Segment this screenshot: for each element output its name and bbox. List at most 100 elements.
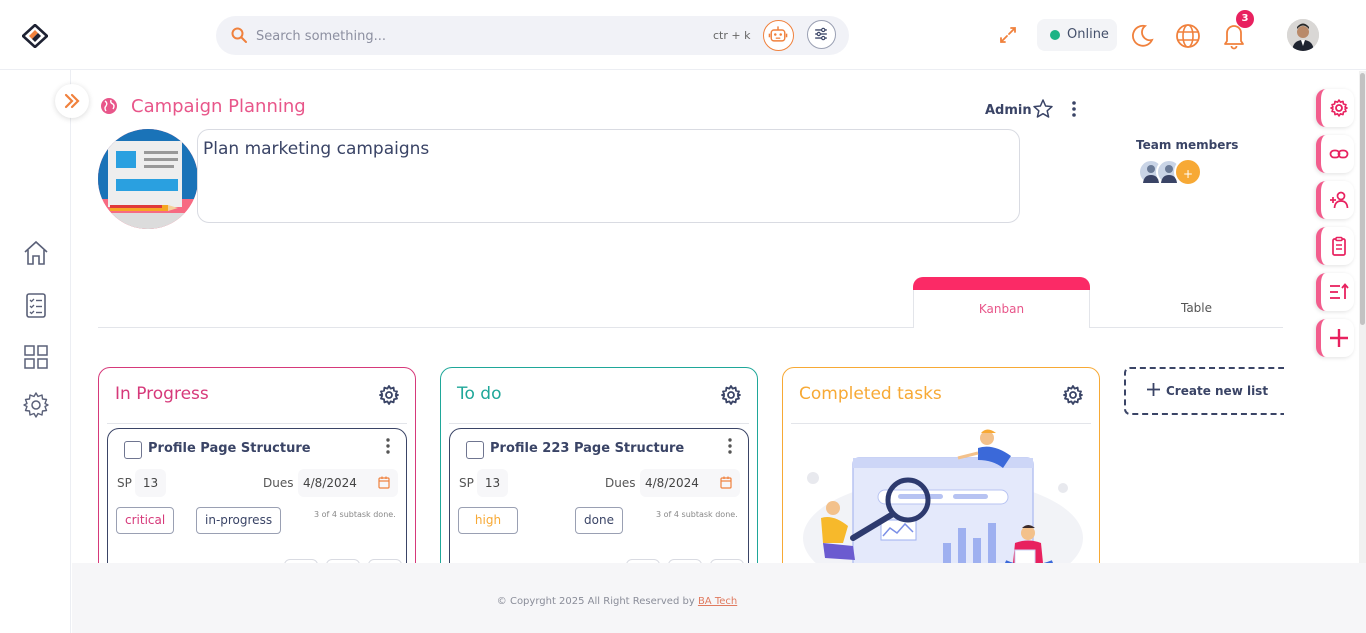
list-title: To do	[457, 384, 502, 404]
notifications-button[interactable]: 3	[1220, 10, 1254, 50]
kanban-list-to-do: To do Profile 223 Page Structure SP 13 D…	[440, 367, 758, 563]
tab-kanban-label: Kanban	[978, 302, 1025, 316]
left-sidebar	[0, 70, 71, 633]
priority-tag[interactable]: high	[458, 507, 518, 534]
story-points-label: SP	[117, 476, 132, 490]
copyright-text: © Copyrght 2025 All Right Reserved by BA…	[72, 596, 1162, 607]
status-tag[interactable]: in-progress	[196, 507, 282, 534]
plus-icon	[1330, 329, 1348, 347]
task-card[interactable]: Profile 223 Page Structure SP 13 Dues 4/…	[449, 428, 749, 563]
home-icon[interactable]	[22, 239, 50, 267]
sort-button[interactable]	[1316, 273, 1354, 311]
tab-kanban[interactable]: Kanban	[913, 277, 1090, 328]
create-new-list-button[interactable]: Create new list	[1124, 367, 1284, 415]
plus-icon	[1147, 383, 1160, 396]
task-checkbox[interactable]	[124, 441, 142, 459]
due-date-field[interactable]: 4/8/2024	[640, 469, 740, 497]
project-globe-icon	[101, 98, 117, 114]
link-icon	[1329, 149, 1349, 159]
kanban-list-completed: Completed tasks	[782, 367, 1100, 563]
team-avatars[interactable]: +	[1138, 158, 1208, 186]
settings-gear-icon[interactable]	[22, 391, 50, 419]
tab-table[interactable]: Table	[1090, 277, 1303, 328]
subtask-progress: 3 of 4 subtask done.	[314, 510, 396, 519]
project-settings-button[interactable]	[1316, 89, 1354, 127]
calendar-icon[interactable]	[720, 476, 732, 489]
role-label: Admin	[985, 103, 1032, 118]
search-input[interactable]	[256, 25, 696, 47]
task-menu-icon[interactable]	[726, 437, 734, 455]
task-card[interactable]: Profile Page Structure SP 13 Dues 4/8/20…	[107, 428, 407, 563]
story-points-label: SP	[459, 476, 474, 490]
add-item-button[interactable]	[1316, 319, 1354, 357]
list-settings-icon[interactable]	[720, 384, 742, 406]
chevrons-right-icon	[64, 93, 80, 109]
copyright-label: © Copyrght 2025 All Right Reserved by	[496, 596, 698, 607]
kanban-list-in-progress: In Progress Profile Page Structure SP 13…	[98, 367, 416, 563]
add-team-member-button[interactable]: +	[1174, 158, 1202, 186]
fullscreen-icon[interactable]	[998, 25, 1018, 45]
project-menu-icon[interactable]	[1067, 99, 1081, 119]
user-photo-icon	[1287, 19, 1319, 51]
share-link-button[interactable]	[1316, 135, 1354, 173]
clipboard-icon	[1332, 236, 1346, 256]
app-logo[interactable]	[22, 24, 48, 48]
list-divider	[791, 423, 1091, 424]
search-icon	[231, 27, 247, 43]
priority-tag[interactable]: critical	[116, 507, 175, 534]
due-date-value: 4/8/2024	[303, 476, 357, 490]
project-description-text: Plan marketing campaigns	[203, 139, 430, 159]
scrollbar-thumb[interactable]	[1360, 73, 1365, 325]
subtask-progress: 3 of 4 subtask done.	[656, 510, 738, 519]
robot-icon	[768, 26, 788, 42]
dark-mode-icon[interactable]	[1128, 22, 1156, 50]
sliders-icon	[815, 27, 827, 41]
gear-icon	[1330, 99, 1348, 117]
list-title: Completed tasks	[799, 384, 942, 404]
story-points-value[interactable]: 13	[477, 469, 508, 497]
task-list-icon[interactable]	[22, 291, 50, 319]
sort-icon	[1330, 283, 1349, 299]
language-icon[interactable]	[1174, 22, 1202, 50]
online-dot	[1050, 30, 1060, 40]
status-indicator[interactable]: Online	[1037, 19, 1117, 51]
due-date-field[interactable]: 4/8/2024	[298, 469, 398, 497]
task-title: Profile Page Structure	[148, 441, 311, 456]
search-shortcut-hint: ctr + k	[713, 29, 751, 42]
footer: © Copyrght 2025 All Right Reserved by BA…	[72, 563, 1366, 633]
status-tag[interactable]: done	[575, 507, 623, 534]
add-user-icon	[1330, 191, 1349, 209]
favorite-star-icon[interactable]	[1032, 98, 1054, 120]
status-label: Online	[1067, 27, 1109, 42]
empty-list-illustration	[803, 429, 1083, 563]
active-tab-indicator	[913, 277, 1090, 290]
brand-link[interactable]: BA Tech	[698, 596, 737, 607]
project-title: Campaign Planning	[131, 96, 306, 117]
dashboard-grid-icon[interactable]	[22, 343, 50, 371]
due-date-label: Dues	[263, 476, 294, 490]
list-settings-icon[interactable]	[1062, 384, 1084, 406]
sidebar-toggle-button[interactable]	[55, 84, 89, 118]
top-bar: ctr + k Onl	[0, 0, 1366, 70]
search-filter-button[interactable]	[807, 20, 836, 49]
ai-assistant-button[interactable]	[763, 20, 794, 51]
project-thumbnail-icon	[98, 129, 198, 229]
calendar-icon[interactable]	[378, 476, 390, 489]
task-checkbox[interactable]	[466, 441, 484, 459]
main-content: Campaign Planning Admin Plan marketing c…	[72, 71, 1304, 563]
due-date-label: Dues	[605, 476, 636, 490]
user-avatar[interactable]	[1287, 19, 1319, 51]
project-image[interactable]	[98, 129, 198, 229]
project-description-field[interactable]: Plan marketing campaigns	[197, 129, 1020, 223]
story-points-value[interactable]: 13	[135, 469, 166, 497]
notification-badge: 3	[1236, 10, 1254, 28]
task-menu-icon[interactable]	[384, 437, 392, 455]
page-scrollbar[interactable]	[1359, 71, 1366, 563]
add-member-button[interactable]	[1316, 181, 1354, 219]
team-members-label: Team members	[1136, 138, 1239, 152]
clipboard-button[interactable]	[1316, 227, 1354, 265]
list-divider	[449, 423, 749, 424]
list-settings-icon[interactable]	[378, 384, 400, 406]
search-bar: ctr + k	[216, 16, 849, 55]
tab-table-label: Table	[1180, 301, 1213, 315]
